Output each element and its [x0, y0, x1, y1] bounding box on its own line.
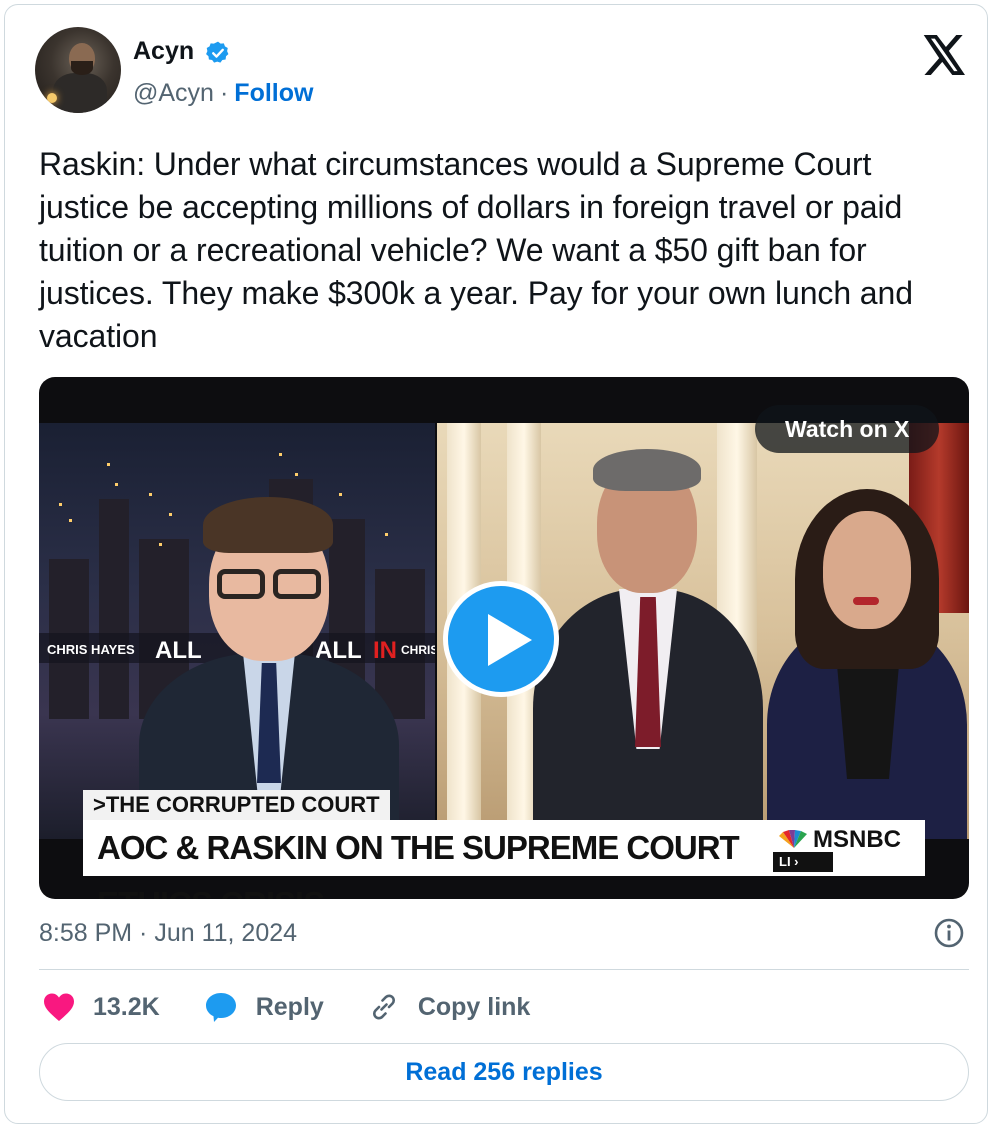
chyron-tag: >THE CORRUPTED COURT — [83, 790, 390, 820]
watch-on-x-button[interactable]: Watch on X — [755, 405, 940, 453]
video-player[interactable]: CHRIS HAYES ALL ALL IN CHRIS Watch on X … — [39, 377, 969, 899]
follow-button[interactable]: Follow — [234, 79, 313, 108]
author-name[interactable]: Acyn — [133, 37, 194, 66]
copy-link-button[interactable]: Copy link — [368, 991, 531, 1023]
verified-badge-icon — [206, 41, 229, 63]
guest-figure-left — [533, 439, 763, 839]
copy-link-label: Copy link — [417, 992, 531, 1021]
live-badge: LI › — [773, 852, 833, 872]
guest-figure-right — [767, 489, 967, 839]
tweet-embed-card: Acyn @Acyn · Follow Raskin: Under what c… — [4, 4, 988, 1124]
author-handle-row: @Acyn · Follow — [133, 79, 313, 108]
reply-label: Reply — [255, 992, 324, 1021]
like-count: 13.2K — [93, 992, 160, 1021]
x-logo-icon[interactable] — [923, 35, 967, 75]
video-left-panel: CHRIS HAYES ALL ALL IN CHRIS — [39, 423, 435, 839]
peacock-icon — [779, 830, 807, 848]
network-bug: MSNBC LI › — [769, 820, 925, 876]
heart-icon — [44, 993, 74, 1021]
network-name: MSNBC — [813, 826, 901, 853]
chyron-headline: AOC & RASKIN ON THE SUPREME COURT ETHICS… — [83, 820, 769, 899]
author-avatar[interactable] — [35, 27, 121, 113]
play-button[interactable] — [443, 581, 559, 697]
host-figure — [139, 483, 399, 839]
author-handle[interactable]: @Acyn — [133, 79, 214, 108]
action-bar: 13.2K Reply Copy link — [43, 987, 574, 1027]
reply-button[interactable]: Reply — [204, 991, 324, 1023]
tweet-timestamp[interactable]: 8:58 PM · Jun 11, 2024 — [39, 919, 297, 948]
show-host-label: CHRIS HAYES — [47, 642, 135, 657]
like-button[interactable]: 13.2K — [43, 992, 160, 1022]
handle-separator: · — [219, 79, 229, 107]
divider — [39, 969, 969, 970]
read-replies-button[interactable]: Read 256 replies — [39, 1043, 969, 1101]
reply-bubble-icon — [205, 993, 236, 1022]
tweet-text: Raskin: Under what circumstances would a… — [39, 146, 913, 354]
link-icon — [372, 994, 395, 1020]
show-host-label-2: CHRIS — [401, 643, 435, 657]
play-icon — [488, 614, 532, 666]
info-icon[interactable] — [933, 917, 965, 949]
